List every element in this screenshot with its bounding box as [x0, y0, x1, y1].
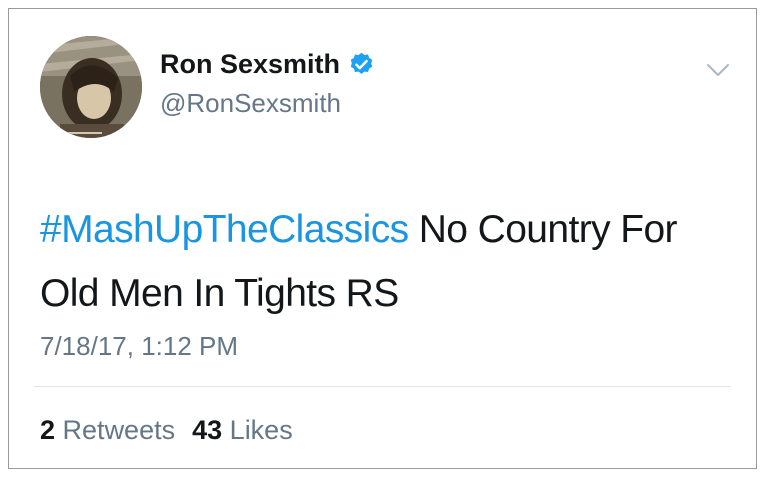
likes-stat[interactable]: 43 Likes: [192, 415, 293, 445]
retweets-label: Retweets: [62, 415, 176, 445]
tweet-timestamp[interactable]: 7/18/17, 1:12 PM: [40, 331, 238, 362]
author-name[interactable]: Ron Sexsmith: [160, 49, 375, 80]
likes-count: 43: [192, 415, 223, 445]
verified-badge-icon: [350, 52, 373, 74]
avatar-photo: [40, 36, 142, 138]
hashtag-link[interactable]: #MashUpTheClassics: [40, 208, 409, 251]
tweet-card: Ron Sexsmith @RonSexsmith #MashUpTheClas…: [8, 8, 757, 469]
tweet-text: #MashUpTheClassics No Country For Old Me…: [40, 198, 740, 326]
display-name[interactable]: Ron Sexsmith: [160, 49, 340, 80]
likes-label: Likes: [229, 415, 293, 445]
retweets-stat[interactable]: 2 Retweets: [40, 415, 175, 445]
retweets-count: 2: [40, 415, 56, 445]
author-handle[interactable]: @RonSexsmith: [160, 88, 341, 119]
tweet-stats: 2 Retweets 43 Likes: [40, 415, 293, 446]
chevron-down-icon[interactable]: [705, 60, 731, 80]
author-avatar[interactable]: [40, 36, 142, 138]
divider: [34, 386, 731, 387]
